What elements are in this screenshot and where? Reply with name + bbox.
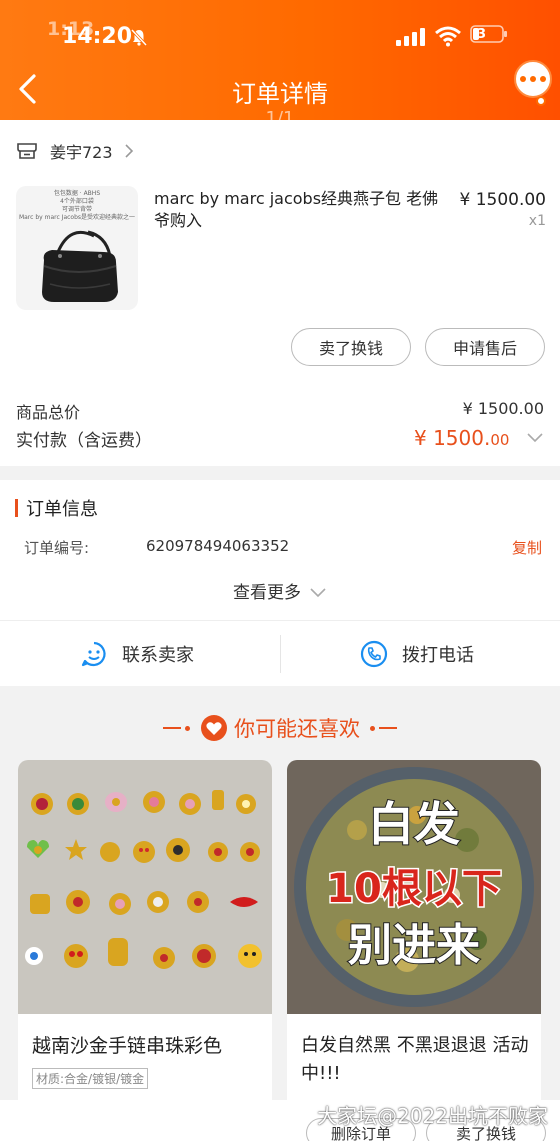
chevron-down-icon [310,588,326,598]
handbag-icon [42,230,118,302]
paid-label: 实付款（含运费） [16,431,152,451]
thumb-caption-line: 可调节背带 [61,206,92,213]
divider [280,635,281,673]
paid-amount: ¥ 1500.00 [414,426,509,450]
shop-link[interactable]: 姜宇723 [16,138,135,164]
thumb-caption-line: 4个外部口袋 [60,198,94,205]
shop-name: 姜宇723 [50,143,113,162]
product-image: 白发 10根以下 别进来 [287,760,541,1014]
see-more-button[interactable]: 查看更多 [0,578,560,603]
section-accent-bar [15,499,18,517]
call-phone-label: 拨打电话 [402,645,474,666]
order-number-value: 620978494063352 [146,537,290,555]
dot-icon [530,76,536,82]
dot-icon [540,76,546,82]
decor-dot [185,725,190,731]
order-number-label: 订单编号: [24,539,90,557]
sell-button[interactable]: 卖了换钱 [291,328,411,366]
chat-badge [536,96,546,106]
paid-amount-cents: 00 [490,431,510,449]
dot-icon [520,76,526,82]
contact-bar: 联系卖家 拨打电话 [0,620,560,686]
recommend-header: 你可能还喜欢 [0,708,560,748]
signal-icon [396,28,425,46]
bell-off-icon [130,28,148,46]
overlay-text-top: 白发 [368,797,460,851]
wifi-icon [435,26,461,47]
recommend-card[interactable]: 越南沙金手链串珠彩色 材质:合金/镀银/镀金 [18,760,272,1141]
recommend-item-name: 白发自然黑 不黑退退退 活动中!!! [301,1035,529,1084]
recommend-item-tag: 材质:合金/镀银/镀金 [32,1068,149,1089]
chat-smile-icon [81,641,106,667]
header: 1:13 14:20 3 订单详情 1/1 [0,0,560,129]
recommend-title: 你可能还喜欢 [234,717,360,741]
watermark: 大家坛@2022出坑不败家 [317,1104,548,1128]
decor-line [163,727,181,729]
order-card: 姜宇723 包包数据 · ABHS 4个外部口袋 可调节背带 Marc by m… [0,120,560,466]
overlay-text-bottom: 别进来 [348,920,480,971]
goods-total-label: 商品总价 [16,403,81,422]
battery-level: 3 [477,27,487,42]
call-phone-button[interactable]: 拨打电话 [360,621,474,687]
product-thumbnail[interactable]: 包包数据 · ABHS 4个外部口袋 可调节背带 Marc by marc Ja… [16,186,138,310]
contact-seller-button[interactable]: 联系卖家 [80,621,194,687]
recommend-card[interactable]: 白发 10根以下 别进来 白发自然黑 不黑退退退 活动中!!! [287,760,541,1141]
thumb-caption-line: Marc by marc Jacobs是受欢迎经典款之一 [18,214,136,221]
recommend-item-name: 越南沙金手链串珠彩色 [32,1035,223,1057]
page-title: 订单详情 [232,80,328,108]
chevron-down-icon[interactable] [526,432,544,444]
overlay-text-middle: 10根以下 [326,866,502,912]
product-image [18,760,272,1014]
copy-button[interactable]: 复制 [512,537,542,558]
order-info-title: 订单信息 [26,499,98,520]
decor-dot [370,725,375,731]
status-time: 14:20 [62,24,133,49]
more-menu-button[interactable] [514,60,552,98]
product-price: ¥ 1500.00 [459,190,546,210]
shop-icon [17,143,37,159]
see-more-label: 查看更多 [233,583,301,603]
battery-icon [470,25,507,43]
heart-icon [201,715,227,741]
paid-amount-main: ¥ 1500. [414,426,491,450]
chevron-right-icon [124,144,133,158]
phone-icon [360,640,388,668]
goods-total-value: ¥ 1500.00 [462,399,544,418]
product-title[interactable]: marc by marc jacobs经典燕子包 老佛爷购入 [154,188,444,232]
order-info-section: 订单信息 订单编号: 620978494063352 复制 查看更多 [0,480,560,620]
decor-line [379,727,397,729]
product-quantity: x1 [528,213,546,229]
thumb-caption-line: 包包数据 · ABHS [53,190,101,197]
contact-seller-label: 联系卖家 [122,645,194,666]
after-sale-button[interactable]: 申请售后 [425,328,545,366]
